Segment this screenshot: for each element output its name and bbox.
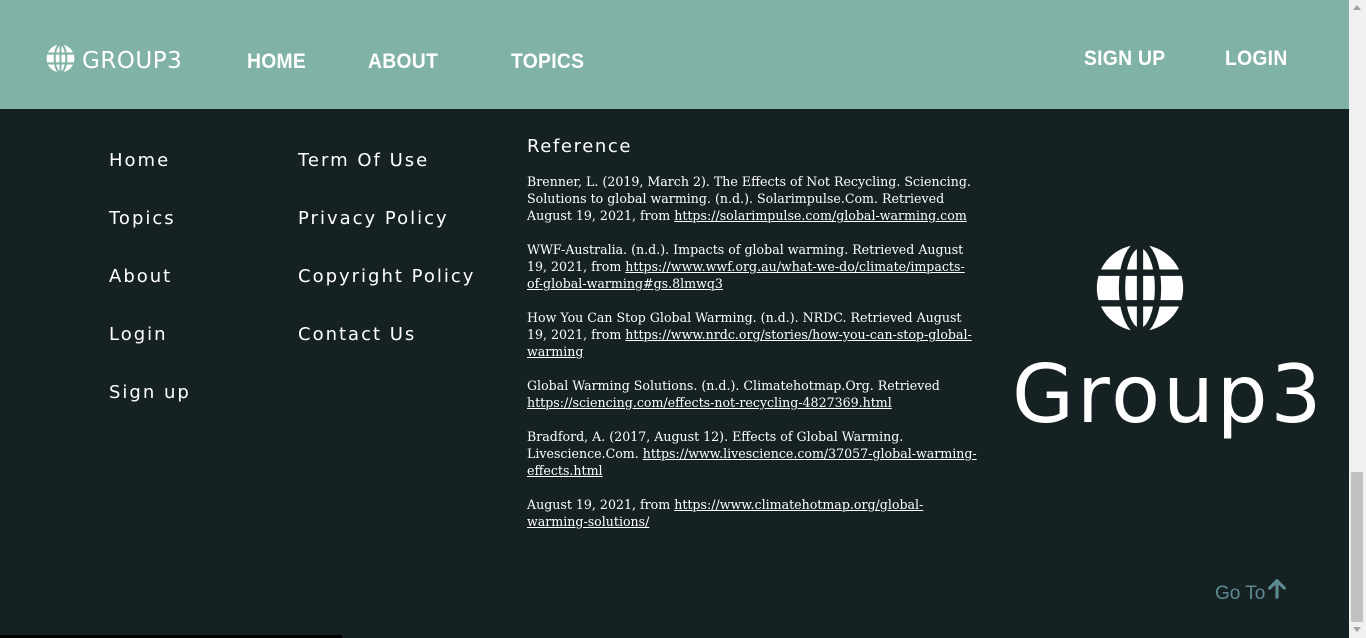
reference-item: How You Can Stop Global Warming. (n.d.).…	[527, 309, 977, 360]
footer-link-contact[interactable]: Contact Us	[298, 324, 416, 345]
reference-heading: Reference	[527, 136, 633, 157]
nav-about[interactable]: ABOUT	[368, 50, 438, 74]
go-to-label: Go To	[1215, 582, 1266, 604]
reference-item: Global Warming Solutions. (n.d.). Climat…	[527, 377, 977, 411]
nav-login[interactable]: LOGIN	[1225, 47, 1288, 71]
footer-link-topics[interactable]: Topics	[109, 208, 176, 229]
globe-icon	[46, 43, 75, 78]
reference-link[interactable]: https://sciencing.com/effects-not-recycl…	[527, 395, 892, 410]
footer-link-terms[interactable]: Term Of Use	[298, 150, 429, 171]
footer-link-privacy[interactable]: Privacy Policy	[298, 208, 449, 229]
reference-text: Global Warming Solutions. (n.d.). Climat…	[527, 378, 940, 393]
nav-home[interactable]: HOME	[247, 50, 306, 74]
footer-link-login[interactable]: Login	[109, 324, 168, 345]
arrow-up-icon	[1265, 579, 1288, 606]
reference-item: WWF-Australia. (n.d.). Impacts of global…	[527, 241, 977, 292]
footer-link-copyright[interactable]: Copyright Policy	[298, 266, 475, 287]
reference-item: Bradford, A. (2017, August 12). Effects …	[527, 428, 977, 479]
top-navbar: GROUP3 HOME ABOUT TOPICS SIGN UP LOGIN	[0, 0, 1349, 109]
scroll-down-arrow-icon[interactable]	[1353, 627, 1361, 632]
scrollbar-thumb[interactable]	[1351, 472, 1363, 622]
globe-icon	[1095, 241, 1185, 335]
reference-item: August 19, 2021, from https://www.climat…	[527, 496, 977, 530]
footer-link-home[interactable]: Home	[109, 150, 170, 171]
brand-link[interactable]: GROUP3	[46, 43, 183, 78]
reference-link[interactable]: https://solarimpulse.com/global-warming.…	[674, 208, 967, 223]
nav-signup[interactable]: SIGN UP	[1084, 47, 1165, 71]
reference-item: Brenner, L. (2019, March 2). The Effects…	[527, 173, 977, 224]
go-to-top-button[interactable]: Go To	[1215, 579, 1288, 606]
brand-name: GROUP3	[82, 48, 183, 74]
nav-topics[interactable]: TOPICS	[511, 50, 584, 74]
footer-link-signup[interactable]: Sign up	[109, 382, 191, 403]
footer-brand-name: Group3	[1012, 348, 1325, 441]
footer-link-about[interactable]: About	[109, 266, 172, 287]
reference-text: August 19, 2021, from	[527, 497, 675, 512]
scroll-up-arrow-icon[interactable]	[1353, 5, 1361, 10]
reference-list: Brenner, L. (2019, March 2). The Effects…	[527, 173, 977, 547]
